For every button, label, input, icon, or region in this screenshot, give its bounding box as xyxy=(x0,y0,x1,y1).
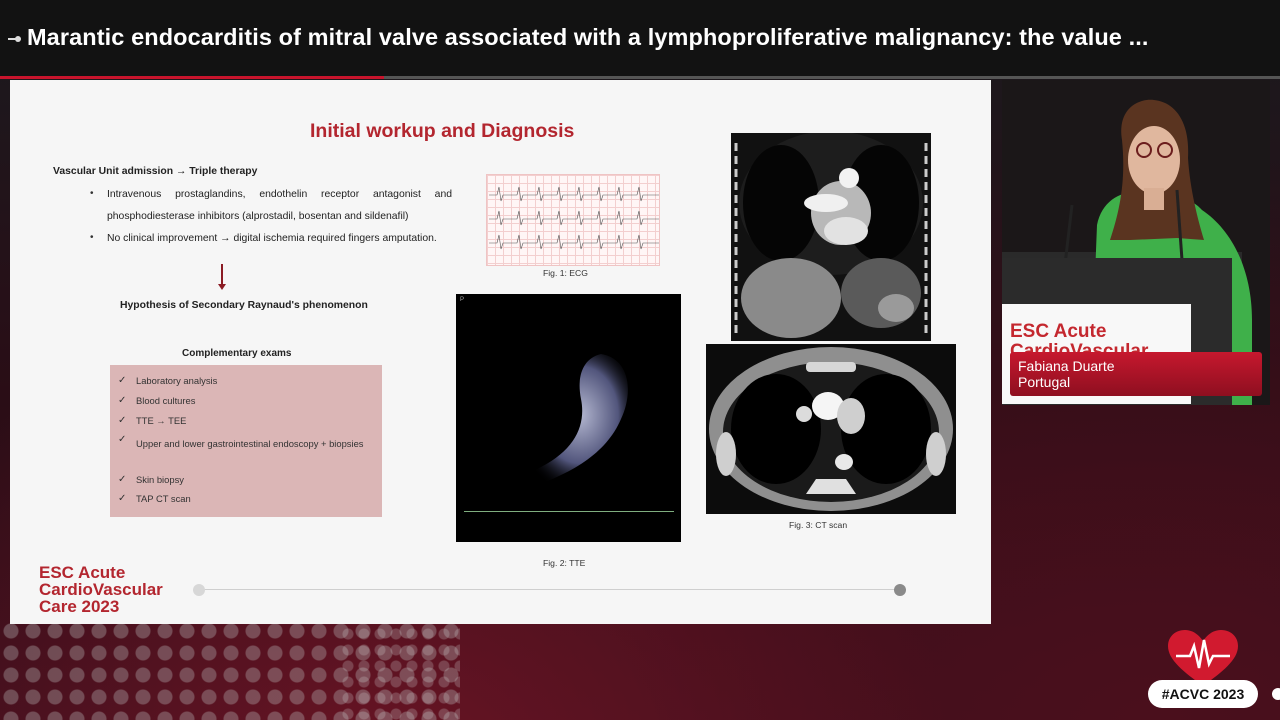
admission-line: Vascular Unit admission → Triple therapy xyxy=(53,166,258,177)
hashtag-badge: #ACVC 2023 xyxy=(1148,680,1258,708)
bullet-icon: • xyxy=(90,232,94,243)
title-marker-icon xyxy=(8,36,21,42)
ct-coronal-figure xyxy=(731,133,931,341)
exam-item: ✓ TAP CT scan xyxy=(118,493,191,504)
check-icon: ✓ xyxy=(118,434,127,445)
bullet-text: No clinical improvement → digital ischem… xyxy=(107,233,437,244)
echo-image xyxy=(521,354,628,489)
presenter-nameplate: Fabiana Duarte Portugal xyxy=(1010,352,1262,396)
video-progress-fill[interactable] xyxy=(0,76,384,79)
arrow-down-icon xyxy=(218,264,226,290)
slide-scrub-start-handle[interactable] xyxy=(193,584,205,596)
check-icon: ✓ xyxy=(118,493,127,504)
presenter-country: Portugal xyxy=(1018,374,1071,390)
check-icon: ✓ xyxy=(118,395,127,406)
presentation-slide: Initial workup and Diagnosis Vascular Un… xyxy=(10,80,991,624)
figure-caption: Fig. 1: ECG xyxy=(543,268,588,278)
exam-item: ✓ Skin biopsy xyxy=(118,474,184,485)
video-title: Marantic endocarditis of mitral valve as… xyxy=(27,24,1149,50)
exam-item: ✓ TTE → TEE xyxy=(118,415,187,426)
exam-item: ✓ Blood cultures xyxy=(118,395,196,406)
tte-figure: P xyxy=(456,294,681,542)
bullet-text: Intravenous prostaglandins, endothelin r… xyxy=(107,189,452,222)
check-icon: ✓ xyxy=(118,415,127,426)
bullet-icon: • xyxy=(90,188,94,199)
slide-scrub-track[interactable] xyxy=(199,589,899,590)
ct-axial-figure xyxy=(706,344,956,514)
exams-title: Complementary exams xyxy=(182,348,292,359)
exams-box: ✓ Laboratory analysis ✓ Blood cultures ✓ TT… xyxy=(110,365,382,517)
figure-caption: Fig. 2: TTE xyxy=(543,558,586,568)
heart-logo-icon xyxy=(1168,630,1238,686)
exam-item: ✓ Laboratory analysis xyxy=(118,375,218,386)
dot-pattern-decoration xyxy=(340,610,460,720)
slide-scrub-end-handle[interactable] xyxy=(894,584,906,596)
hypothesis-text: Hypothesis of Secondary Raynaud's phenom… xyxy=(120,300,368,311)
presenter-name: Fabiana Duarte xyxy=(1018,358,1115,374)
exam-item: ✓ Upper and lower gastrointestinal endosc… xyxy=(118,434,376,454)
ecg-figure xyxy=(486,174,660,266)
esc-acvc-logo: ESC Acute CardioVascular Care 2023 xyxy=(39,563,163,616)
check-icon: ✓ xyxy=(118,474,127,485)
edge-dot-decoration xyxy=(1272,688,1280,700)
figure-caption: Fig. 3: CT scan xyxy=(789,520,848,530)
title-bar: Marantic endocarditis of mitral valve as… xyxy=(0,0,1280,78)
slide-title: Initial workup and Diagnosis xyxy=(310,120,575,142)
check-icon: ✓ xyxy=(118,375,127,386)
